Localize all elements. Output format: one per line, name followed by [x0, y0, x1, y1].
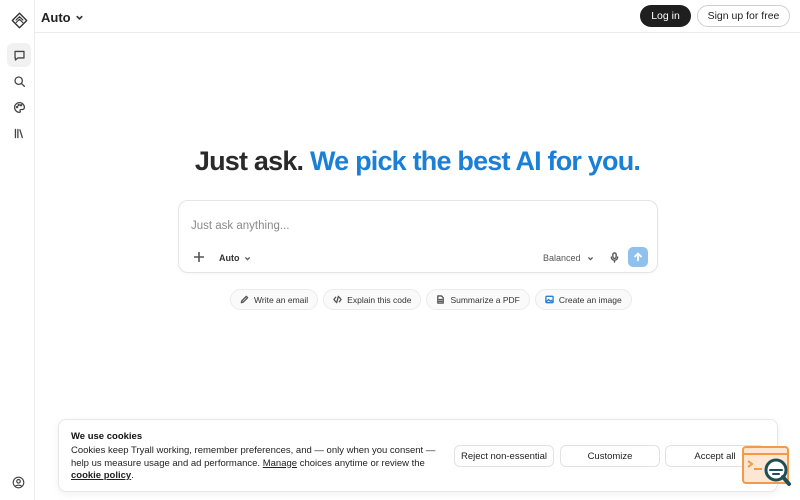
- plus-icon: [194, 252, 204, 262]
- arrow-up-icon: [634, 252, 642, 262]
- chevron-down-icon: [587, 256, 593, 260]
- reject-non-essential-button[interactable]: Reject non-essential: [454, 445, 554, 467]
- user-circle-icon: [12, 476, 24, 488]
- sidebar-item-library[interactable]: [7, 121, 31, 145]
- cookie-title: We use cookies: [71, 431, 143, 442]
- page-title: Just ask. We pick the best AI for you.: [35, 146, 800, 177]
- chip-write-email[interactable]: Write an email: [230, 289, 319, 310]
- chat-icon: [13, 50, 25, 61]
- prompt-box: Auto Balanced: [178, 200, 658, 273]
- sidebar: [0, 0, 35, 500]
- login-button[interactable]: Log in: [640, 5, 691, 27]
- chat-search-icon: [742, 446, 791, 486]
- palette-icon: [13, 101, 25, 113]
- pencil-icon: [240, 295, 249, 304]
- document-icon: [437, 295, 445, 304]
- send-button[interactable]: [628, 247, 648, 267]
- attach-button[interactable]: [191, 249, 207, 265]
- mode-label: Balanced: [543, 253, 581, 263]
- code-icon: [333, 295, 342, 304]
- chevron-down-icon: [244, 256, 250, 260]
- headline-blue: We pick the best AI for you.: [309, 146, 641, 176]
- model-selector-label: Auto: [41, 9, 71, 25]
- headline-dark: Just ask.: [194, 146, 304, 176]
- account-button[interactable]: [9, 473, 27, 491]
- signup-button[interactable]: Sign up for free: [697, 5, 790, 27]
- library-icon: [14, 128, 23, 138]
- cookie-policy-link[interactable]: cookie policy: [71, 470, 131, 481]
- prompt-model-selector[interactable]: Auto: [219, 251, 251, 265]
- cookie-text-3: .: [131, 470, 134, 481]
- chip-explain-code[interactable]: Explain this code: [323, 289, 422, 310]
- microphone-button[interactable]: [606, 249, 622, 265]
- cookie-banner: We use cookies Cookies keep Tryall worki…: [58, 419, 778, 492]
- app-root: Auto Log in Sign up for free Just ask. W…: [0, 0, 800, 500]
- search-icon: [13, 75, 25, 87]
- chip-label: Create an image: [558, 294, 622, 305]
- manage-link[interactable]: Manage: [263, 458, 297, 469]
- mode-selector[interactable]: Balanced: [543, 251, 594, 265]
- image-icon: [545, 295, 554, 304]
- chip-create-image[interactable]: Create an image: [534, 289, 632, 310]
- sidebar-item-search[interactable]: [7, 69, 31, 93]
- top-bar: Auto Log in Sign up for free: [35, 0, 800, 33]
- model-selector[interactable]: Auto: [41, 8, 84, 26]
- logo-icon[interactable]: [7, 8, 31, 32]
- customize-button[interactable]: Customize: [560, 445, 660, 467]
- sidebar-item-palette[interactable]: [7, 95, 31, 119]
- microphone-icon: [610, 251, 618, 263]
- suggestion-chips: Write an email Explain this code Summari…: [230, 289, 632, 310]
- chevron-down-icon: [75, 15, 83, 20]
- chip-label: Explain this code: [347, 294, 412, 305]
- chip-label: Summarize a PDF: [450, 294, 520, 305]
- chip-summarize-pdf[interactable]: Summarize a PDF: [426, 289, 530, 310]
- sidebar-item-chat[interactable]: [7, 43, 31, 67]
- chip-label: Write an email: [254, 294, 309, 305]
- cookie-text: Cookies keep Tryall working, remember pr…: [71, 445, 446, 483]
- prompt-input[interactable]: [191, 216, 631, 236]
- help-widget[interactable]: [742, 446, 792, 490]
- prompt-model-label: Auto: [219, 253, 240, 263]
- cookie-text-2: choices anytime or review the: [297, 457, 425, 469]
